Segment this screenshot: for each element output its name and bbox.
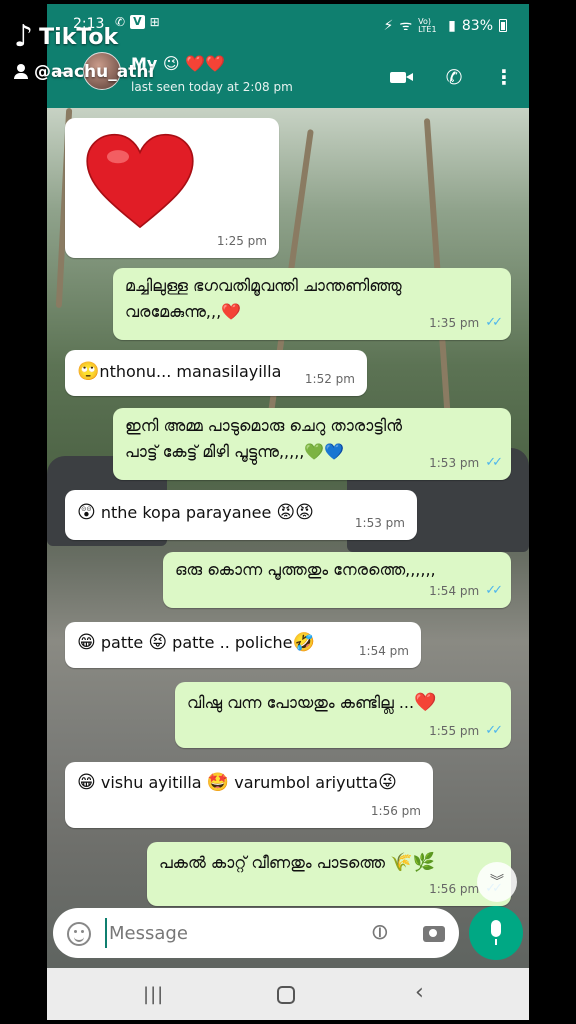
grid-notif-icon: ⊞ [149, 15, 160, 29]
voice-call-icon[interactable]: ✆ [441, 64, 467, 90]
status-bar: 2:13 ✆ V ⊞ ⚡ ᯤ Vo) LTE1 ▮ 83% [47, 4, 529, 40]
battery-percent: 83% [461, 17, 493, 34]
wink-tongue-emoji: 😜 [378, 772, 397, 793]
grin-emoji: 😁 [77, 632, 96, 653]
system-nav-bar: ||| ‹ [47, 968, 529, 1020]
grin-emoji: 😁 [77, 772, 96, 793]
paperclip-icon[interactable]: ⊘ [365, 917, 396, 948]
message-text: വിഷു വന്ന പോയതും കണ്ടില്ല ... [187, 693, 415, 712]
v-notif-icon: V [130, 15, 145, 29]
message-meta: 1:56 pm [371, 798, 421, 824]
tiktok-username-text: @aachu_athi [34, 62, 155, 82]
message-incoming[interactable]: 🙄nthonu... manasilayilla 1:52 pm [65, 350, 367, 396]
message-time: 1:56 pm [370, 804, 421, 818]
message-outgoing[interactable]: ഒരു കൊന്ന പൂത്തതും നേരത്തെ,,,,,, 1:54 pm… [163, 552, 511, 608]
message-outgoing[interactable]: വിഷു വന്ന പോയതും കണ്ടില്ല ...❤️ 1:55 pm ✓… [175, 682, 511, 748]
tiktok-username: @aachu_athi [14, 62, 154, 82]
message-meta: 1:35 pm ✓✓ [429, 310, 503, 336]
message-incoming-sticker[interactable]: 1:25 pm [65, 118, 279, 258]
network-label: Vo) LTE1 [418, 16, 437, 34]
read-ticks-icon: ✓✓ [485, 723, 503, 738]
message-time: 1:52 pm [304, 372, 355, 386]
person-icon [14, 64, 28, 80]
message-meta: 1:52 pm [305, 366, 355, 392]
read-ticks-icon: ✓✓ [485, 583, 503, 598]
message-text: nthonu... manasilayilla [99, 362, 282, 381]
recent-apps-icon[interactable]: ||| [143, 984, 164, 1005]
status-right: ⚡ ᯤ Vo) LTE1 ▮ 83% [384, 16, 507, 35]
rofl-emoji: 🤣 [292, 632, 315, 653]
message-time: 1:25 pm [216, 234, 267, 248]
message-input[interactable] [105, 918, 355, 948]
more-options-icon[interactable]: ⋮ [491, 64, 517, 90]
message-time: 1:55 pm [429, 724, 480, 738]
tiktok-logo: ♪ TikTok [14, 22, 118, 52]
message-meta: 1:25 pm [217, 228, 267, 254]
red-heart-sticker [86, 133, 194, 229]
back-icon[interactable]: ‹ [415, 980, 424, 1005]
message-composer: ⊘ [53, 908, 459, 958]
message-text: ഇനി അമ്മ പാടുമൊരു ചെറു താരാട്ടിൻ [125, 416, 402, 435]
tongue-emoji: 😝 [148, 632, 168, 653]
message-time: 1:56 pm [429, 882, 480, 896]
video-call-icon[interactable] [385, 64, 413, 90]
message-time: 1:54 pm [429, 584, 480, 598]
read-ticks-icon: ✓✓ [485, 315, 503, 330]
emoji-icon[interactable] [67, 922, 91, 946]
tiktok-brand: TikTok [39, 24, 119, 50]
camera-icon[interactable] [423, 926, 445, 942]
eye-roll-emoji: 🙄 [77, 361, 100, 382]
voice-record-button[interactable] [469, 906, 523, 960]
message-meta: 1:54 pm ✓✓ [429, 578, 503, 604]
message-meta: 1:55 pm ✓✓ [429, 718, 503, 744]
message-text: patte .. poliche [172, 633, 293, 652]
message-text: varumbol ariyutta [234, 773, 379, 792]
message-outgoing[interactable]: പകൽ കാറ്റ് വീണതും പാടത്തെ 🌾🌿 1:56 pm✓✓ [147, 842, 511, 906]
plant-emoji: 🌾🌿 [390, 852, 435, 873]
last-seen: last seen today at 2:08 pm [131, 80, 293, 94]
message-incoming[interactable]: 😁 vishu ayitilla 🤩 varumbol ariyutta😜 1:… [65, 762, 433, 828]
message-meta: 1:54 pm [359, 638, 409, 664]
astonished-emoji: 😲 [77, 502, 96, 523]
message-text: മച്ചിലുള്ള ഭഗവതിമൂവന്തി ചാന്തണിഞ്ഞു [125, 276, 402, 295]
tiktok-note-icon: ♪ [14, 19, 34, 54]
message-outgoing[interactable]: ഇനി അമ്മ പാടുമൊരു ചെറു താരാട്ടിൻ പാട്ട് … [113, 408, 511, 480]
chat-header: 2:13 ✆ V ⊞ ⚡ ᯤ Vo) LTE1 ▮ 83% ← My 😉 ❤️❤… [47, 4, 529, 108]
battery-icon [499, 19, 507, 32]
message-text: പകൽ കാറ്റ് വീണതും പാടത്തെ [159, 853, 385, 872]
mute-icon: ⚡ [383, 17, 394, 34]
red-heart-emoji: ❤️ [414, 692, 437, 713]
message-text: nthe kopa parayanee [100, 503, 272, 522]
message-time: 1:35 pm [429, 316, 480, 330]
home-icon[interactable] [277, 986, 295, 1004]
message-text: patte [100, 633, 144, 652]
phone-screen: 2:13 ✆ V ⊞ ⚡ ᯤ Vo) LTE1 ▮ 83% ← My 😉 ❤️❤… [47, 4, 529, 1020]
message-meta: 1:53 pm [355, 510, 405, 536]
message-outgoing[interactable]: മച്ചിലുള്ള ഭഗവതിമൂവന്തി ചാന്തണിഞ്ഞു വരമേ… [113, 268, 511, 340]
message-incoming[interactable]: 😲 nthe kopa parayanee 😡😡 1:53 pm [65, 490, 417, 540]
message-incoming[interactable]: 😁 patte 😝 patte .. poliche🤣 1:54 pm [65, 622, 421, 668]
scroll-to-bottom-button[interactable]: ︾ [477, 862, 517, 902]
read-ticks-icon: ✓✓ [485, 455, 503, 470]
signal-icon: ▮ [448, 17, 456, 34]
message-text: vishu ayitilla [100, 773, 202, 792]
message-time: 1:53 pm [354, 516, 405, 530]
notification-icons: ✆ V ⊞ [115, 15, 160, 29]
angry-emoji: 😡😡 [276, 502, 314, 523]
message-time: 1:53 pm [429, 456, 480, 470]
star-struck-emoji: 🤩 [206, 772, 230, 793]
microphone-icon [491, 920, 501, 945]
message-meta: 1:53 pm ✓✓ [429, 450, 503, 476]
message-time: 1:54 pm [358, 644, 409, 658]
chat-area[interactable]: 1:25 pm മച്ചിലുള്ള ഭഗവതിമൂവന്തി ചാന്തണിഞ… [47, 107, 529, 968]
wifi-icon: ᯤ [399, 18, 413, 34]
